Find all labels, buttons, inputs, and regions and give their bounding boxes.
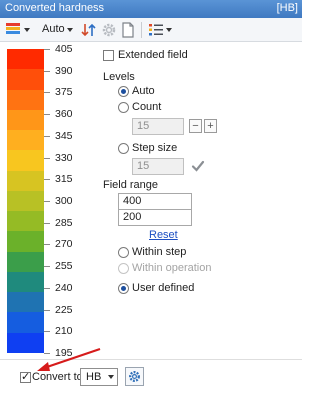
sort-order-button[interactable] [80, 21, 98, 39]
settings-button[interactable] [100, 21, 118, 39]
chevron-down-icon [24, 28, 30, 32]
document-button[interactable] [119, 21, 137, 39]
window-titlebar: Converted hardness [HB] [0, 0, 302, 18]
color-scale [7, 49, 44, 354]
within-step-radio[interactable] [118, 247, 129, 258]
within-step-label: Within step [132, 246, 187, 258]
scale-band [7, 292, 44, 313]
scale-label: 375 [55, 86, 73, 99]
scale-tick [44, 287, 50, 289]
unit-badge: [HB] [276, 2, 298, 14]
scale-label: 255 [55, 260, 73, 273]
reset-link[interactable]: Reset [149, 229, 178, 241]
scale-label: 270 [55, 238, 73, 251]
toolbar: Auto [0, 18, 302, 42]
mode-label: Auto [42, 23, 65, 35]
field-range-heading: Field range [103, 179, 159, 191]
gear-icon [127, 369, 142, 387]
apply-checkmark-icon[interactable] [191, 159, 205, 176]
scale-tick [44, 49, 50, 50]
annotation-arrow-icon [34, 346, 104, 377]
scale-band [7, 170, 44, 192]
extended-field-label: Extended field [118, 49, 188, 61]
scale-label: 285 [55, 216, 73, 229]
scale-band [7, 211, 44, 232]
mode-dropdown[interactable]: Auto [40, 21, 76, 39]
scale-tick [44, 157, 50, 159]
levels-auto-label: Auto [132, 85, 155, 97]
count-decrement-button[interactable]: − [189, 119, 202, 133]
scale-tick [44, 70, 50, 72]
scale-band [7, 251, 44, 273]
user-defined-radio[interactable] [118, 283, 129, 294]
count-increment-button[interactable]: + [204, 119, 217, 133]
color-palette-icon [5, 22, 21, 40]
scale-tick [44, 266, 50, 268]
toolbar-divider [141, 22, 142, 38]
color-palette-button[interactable] [5, 21, 33, 39]
levels-heading: Levels [103, 71, 135, 83]
scale-band [7, 130, 44, 151]
window-title: Converted hardness [5, 2, 105, 14]
levels-count-radio[interactable] [118, 102, 129, 113]
levels-step-size-radio[interactable] [118, 143, 129, 154]
scale-band [7, 49, 44, 70]
scale-tick [44, 92, 50, 94]
scale-label: 345 [55, 129, 73, 142]
count-input[interactable]: 15 [132, 118, 184, 135]
chevron-down-icon [108, 375, 114, 379]
levels-count-label: Count [132, 101, 162, 113]
extended-field-checkbox[interactable] [103, 50, 114, 61]
scale-label: 390 [55, 64, 73, 77]
user-defined-label: User defined [132, 282, 195, 294]
range-min-input[interactable]: 200 [118, 209, 192, 226]
scale-band [7, 89, 44, 111]
levels-auto-radio[interactable] [118, 86, 129, 97]
scale-label: 315 [55, 173, 73, 186]
scale-band [7, 312, 44, 334]
scale-label: 225 [55, 303, 73, 316]
within-operation-label: Within operation [132, 262, 212, 274]
scale-band [7, 109, 44, 131]
scale-label: 330 [55, 151, 73, 164]
scale-label: 300 [55, 195, 73, 207]
scale-band [7, 150, 44, 172]
legend-options-button[interactable] [147, 21, 173, 39]
scale-band [7, 231, 44, 253]
scale-tick [44, 222, 50, 224]
scale-band [7, 271, 44, 293]
settings-gear-icon [100, 23, 118, 42]
step-size-label: Step size [132, 142, 178, 154]
scale-label: 210 [55, 325, 73, 338]
chevron-down-icon [67, 28, 73, 32]
step-size-input[interactable]: 15 [132, 158, 184, 175]
scale-tick [44, 179, 50, 181]
sort-order-icon [80, 23, 98, 42]
chevron-down-icon [166, 28, 172, 32]
scale-label: 240 [55, 281, 73, 294]
convert-settings-button[interactable] [125, 367, 144, 386]
scale-tick [44, 114, 50, 116]
scale-band [7, 190, 44, 212]
scale-tick [44, 309, 50, 311]
range-max-input[interactable]: 400 [118, 193, 192, 210]
convert-to-checkbox[interactable] [20, 370, 31, 383]
scale-label: 360 [55, 108, 73, 121]
scale-tick [44, 244, 50, 246]
document-icon [119, 22, 137, 42]
scale-tick [44, 135, 50, 137]
scale-band [7, 69, 44, 91]
scale-label: 405 [55, 43, 73, 55]
within-operation-radio [118, 263, 129, 274]
scale-tick [44, 331, 50, 333]
legend-list-icon [147, 21, 165, 42]
scale-tick [44, 201, 50, 202]
